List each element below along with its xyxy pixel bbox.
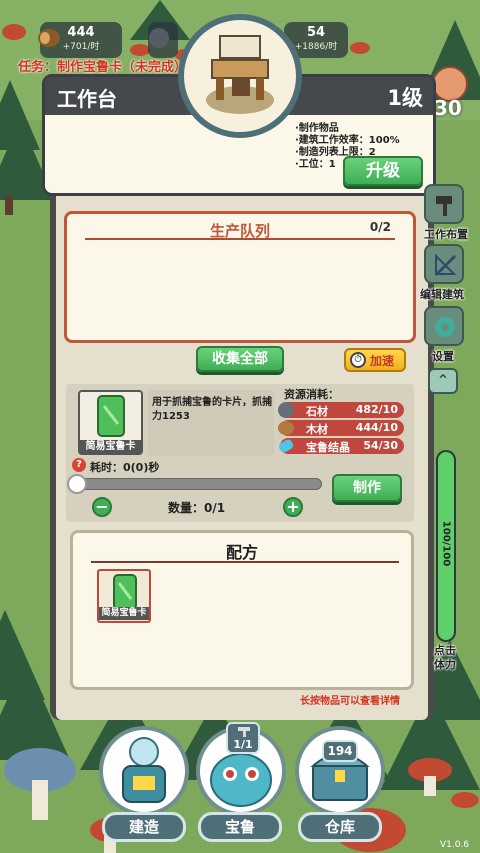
workbench-portrait	[178, 14, 302, 138]
cost-name: 木材	[306, 423, 328, 436]
cost-row-wood: 木材 444/10	[278, 420, 404, 436]
pals-badge-count: 1/1	[233, 738, 253, 751]
cost-row-crystal: 宝鲁结晶 54/30	[278, 438, 404, 454]
cost-row-stone: 石材 482/10	[278, 402, 404, 418]
recipe-hint: 长按物品可以查看详情	[300, 696, 400, 707]
queue-count: 0/2	[369, 220, 391, 234]
edit-building-button[interactable]	[424, 244, 464, 284]
storage-nav-button[interactable]: 仓库	[298, 812, 382, 842]
gear-icon	[435, 317, 455, 337]
collect-all-button[interactable]: 收集全部	[196, 346, 284, 372]
workbench-icon	[206, 35, 274, 114]
pals-badge: 1/1	[226, 722, 260, 754]
collapse-up-icon[interactable]: ⌃	[428, 368, 458, 394]
settings-label: 设置	[432, 350, 454, 363]
stamina-bar[interactable]: 100/100	[436, 450, 456, 642]
recipe-divider	[91, 561, 399, 563]
wood-icon	[278, 421, 294, 435]
cost-name: 石材	[306, 405, 328, 418]
green-card-icon	[97, 395, 125, 437]
recipe-item-name: 简易宝鲁卡	[99, 607, 149, 620]
minus-button[interactable]: −	[92, 497, 112, 517]
queue-divider	[85, 238, 395, 240]
speed-up-label: 加速	[370, 354, 395, 368]
cost-name: 宝鲁结晶	[306, 441, 350, 454]
quantity-label: 数量：0/1	[168, 501, 226, 515]
speed-up-button[interactable]: ⏱ 加速	[344, 348, 406, 372]
robot-icon	[122, 737, 166, 803]
ruler-pencil-icon	[435, 253, 457, 276]
stone-icon	[149, 28, 169, 48]
cost-amount: 482/10	[355, 403, 398, 416]
recipe-item[interactable]: 简易宝鲁卡	[97, 569, 151, 623]
edit-building-label: 编辑建筑	[420, 288, 464, 301]
hammer-icon	[238, 727, 250, 737]
quest-text[interactable]: 任务：制作宝鲁卡（未完成）	[18, 56, 187, 75]
help-icon[interactable]: ?	[72, 458, 86, 472]
workbench-level: 1级	[387, 86, 423, 110]
recipe-panel: 配方 简易宝鲁卡	[70, 530, 414, 690]
stat-line: ·工位：1	[295, 159, 336, 170]
workbench-title: 工作台	[57, 87, 117, 111]
cost-amount: 54/30	[363, 439, 398, 452]
plus-button[interactable]: +	[283, 497, 303, 517]
green-card-icon	[113, 574, 137, 610]
item-description-box: 用于抓捕宝鲁的卡片，抓捕力1253	[148, 390, 274, 456]
item-description: 用于抓捕宝鲁的卡片，抓捕力1253	[152, 397, 272, 422]
hammer-icon	[436, 196, 452, 216]
quantity-slider-knob[interactable]	[67, 474, 87, 494]
selected-item-card[interactable]: 简易宝鲁卡	[78, 390, 143, 455]
settings-button[interactable]	[424, 306, 464, 346]
craft-button[interactable]: 制作	[332, 474, 402, 502]
work-layout-button[interactable]	[424, 184, 464, 224]
work-layout-label: 工作布置	[424, 228, 468, 241]
selected-item-name: 简易宝鲁卡	[80, 440, 141, 454]
pals-nav-button[interactable]: 宝鲁	[198, 812, 282, 842]
energy-value: 30	[434, 96, 462, 120]
stamina-label[interactable]: 点击 体力	[434, 644, 464, 672]
storage-badge: 194	[322, 740, 358, 762]
quantity-slider[interactable]	[70, 478, 322, 490]
upgrade-button[interactable]: 升级	[343, 156, 423, 186]
build-nav-icon-wrap[interactable]	[99, 726, 189, 816]
craft-time: 耗时：0(0)秒	[90, 461, 160, 474]
stone-icon	[278, 402, 294, 418]
stamina-value: 100/100	[440, 520, 452, 567]
production-queue: 生产队列 0/2	[64, 211, 416, 343]
clock-icon: ⏱	[350, 352, 366, 368]
recipe-title: 配方	[225, 543, 258, 562]
crystal-icon	[278, 439, 294, 453]
version-label: V1.0.6	[440, 840, 470, 850]
build-nav-button[interactable]: 建造	[102, 812, 186, 842]
wood-log-icon	[38, 29, 60, 47]
cost-amount: 444/10	[355, 421, 398, 434]
